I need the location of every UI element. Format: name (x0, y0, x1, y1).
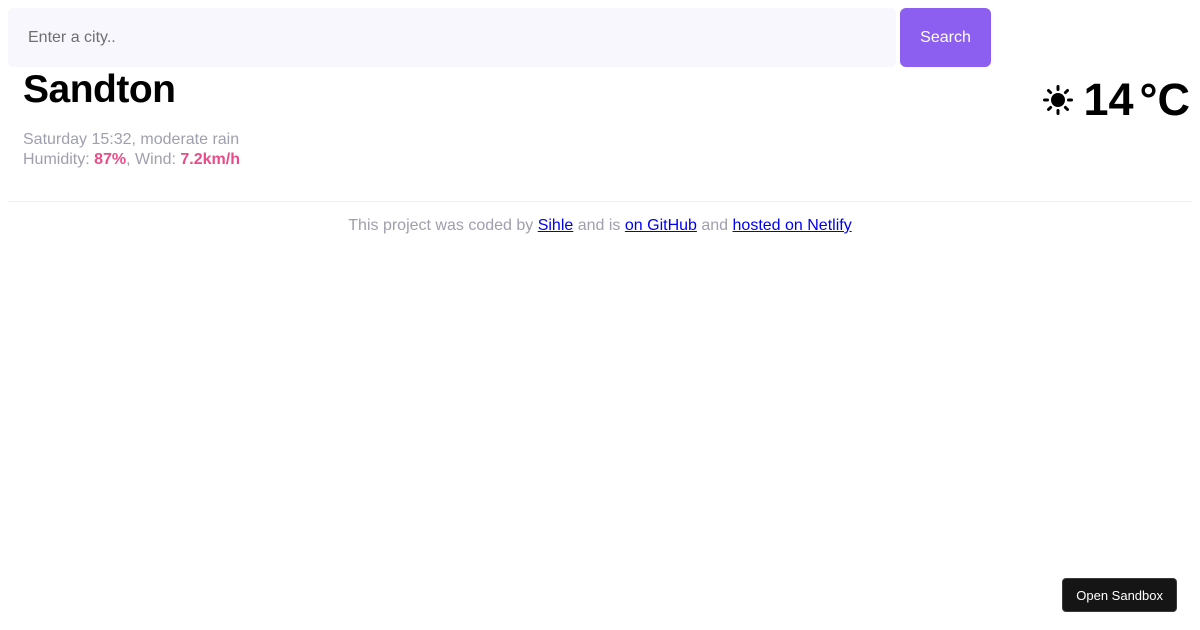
sun-icon (1043, 85, 1074, 115)
temperature-unit: °C (1139, 74, 1191, 125)
footer: This project was coded by Sihle and is o… (0, 217, 1200, 235)
city-search-input[interactable] (8, 8, 896, 67)
humidity-label: Humidity: (23, 151, 95, 168)
temperature-value: 14 (1083, 74, 1134, 125)
current-temperature: 14 °C (1043, 74, 1190, 126)
author-link[interactable]: Sihle (538, 217, 574, 234)
netlify-link[interactable]: hosted on Netlify (733, 217, 852, 234)
wind-value: 7.2km/h (180, 151, 240, 168)
humidity-wind-line: Humidity: 87%, Wind: 7.2km/h (23, 150, 240, 170)
wind-label: , Wind: (126, 151, 181, 168)
humidity-value: 87% (94, 151, 127, 168)
divider (8, 201, 1192, 202)
search-button[interactable]: Search (900, 8, 991, 67)
footer-text: This project was coded by (348, 217, 538, 234)
city-name: Sandton (23, 68, 176, 111)
footer-text: and (696, 217, 733, 234)
weather-details: Saturday 15:32, moderate rain Humidity: … (23, 130, 240, 170)
datetime-description: Saturday 15:32, moderate rain (23, 131, 240, 148)
open-sandbox-button[interactable]: Open Sandbox (1062, 578, 1177, 612)
github-link[interactable]: on GitHub (625, 217, 697, 234)
search-form: Search (8, 8, 991, 67)
footer-text: and is (573, 217, 625, 234)
